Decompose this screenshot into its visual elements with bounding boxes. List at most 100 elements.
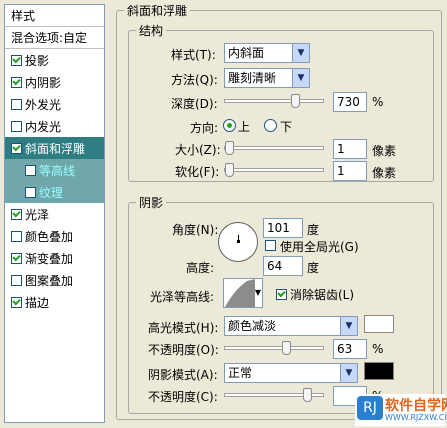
altitude-input[interactable]: 64 <box>263 256 303 276</box>
layer-style-checkbox[interactable] <box>11 274 22 286</box>
size-unit: 像素 <box>372 144 397 158</box>
size-label: 大小(Z): <box>175 143 221 157</box>
layer-style-checkbox[interactable] <box>11 54 22 66</box>
layer-style-item[interactable]: 斜面和浮雕 <box>5 137 104 159</box>
watermark-logo-icon: RJ <box>357 396 383 420</box>
shadow-color-swatch[interactable] <box>364 362 394 380</box>
layer-style-item[interactable]: 投影 <box>5 49 104 71</box>
highlight-mode-label: 高光模式(H): <box>148 321 219 335</box>
anti-alias-checkbox[interactable] <box>276 289 287 300</box>
global-light-checkbox[interactable] <box>265 240 276 251</box>
watermark-brand: 软件自学网 <box>385 397 447 413</box>
depth-slider-track[interactable] <box>224 99 324 103</box>
direction-label: 方向: <box>190 121 219 135</box>
soften-slider-track[interactable] <box>224 168 324 172</box>
highlight-mode-value: 颜色减淡 <box>228 319 277 333</box>
layer-style-item[interactable]: 颜色叠加 <box>5 225 104 247</box>
soften-slider-handle[interactable] <box>225 163 234 177</box>
technique-select[interactable]: 雕刻清晰 ▼ <box>224 68 310 88</box>
chevron-down-icon[interactable]: ▼ <box>340 364 357 382</box>
watermark: RJ 软件自学网 WWW.RJZXW.COM <box>355 394 447 426</box>
layer-style-item[interactable]: 光泽 <box>5 203 104 225</box>
highlight-opacity-input[interactable]: 63 <box>333 339 367 359</box>
shadow-opacity-label: 不透明度(C): <box>148 390 218 404</box>
layer-style-checkbox[interactable] <box>11 230 22 242</box>
soften-input[interactable]: 1 <box>333 161 367 181</box>
gloss-contour-curve-icon <box>225 279 255 307</box>
size-input[interactable]: 1 <box>333 139 367 159</box>
layer-style-checkbox[interactable] <box>11 76 22 88</box>
chevron-down-icon[interactable]: ▼ <box>292 44 309 62</box>
layer-style-label: 渐变叠加 <box>25 251 74 266</box>
depth-label: 深度(D): <box>171 97 218 111</box>
gloss-contour-label: 光泽等高线: <box>150 290 215 304</box>
depth-input[interactable]: 730 <box>333 92 367 112</box>
soften-label: 软化(F): <box>175 165 220 179</box>
gloss-contour-picker[interactable]: ▼ <box>223 278 263 308</box>
layer-style-checkbox[interactable] <box>25 186 36 198</box>
layer-style-checkbox[interactable] <box>11 296 22 308</box>
layer-style-item[interactable]: 图案叠加 <box>5 269 104 291</box>
chevron-down-icon[interactable]: ▼ <box>292 69 309 87</box>
layer-style-item[interactable]: 外发光 <box>5 93 104 115</box>
styles-header[interactable]: 样式 <box>5 5 104 27</box>
highlight-opacity-unit: % <box>372 342 384 356</box>
layer-style-label: 颜色叠加 <box>25 229 74 244</box>
direction-down-label: 下 <box>280 120 293 134</box>
layer-style-item[interactable]: 内发光 <box>5 115 104 137</box>
highlight-opacity-slider-handle[interactable] <box>282 341 291 355</box>
layer-style-item[interactable]: 等高线 <box>5 159 104 181</box>
anti-alias-label: 消除锯齿(L) <box>290 288 355 302</box>
technique-label: 方法(Q): <box>171 73 218 87</box>
layer-style-checkbox[interactable] <box>11 252 22 264</box>
layer-style-item[interactable]: 描边 <box>5 291 104 313</box>
size-slider-track[interactable] <box>224 146 324 150</box>
blend-options-label: 混合选项:自定 <box>11 31 88 45</box>
direction-down-radio[interactable] <box>264 119 277 132</box>
angle-input[interactable]: 101 <box>263 218 303 238</box>
style-label: 样式(T): <box>171 48 216 62</box>
layer-style-label: 描边 <box>25 295 50 310</box>
highlight-opacity-label: 不透明度(O): <box>148 343 219 357</box>
shadow-opacity-slider-handle[interactable] <box>303 388 312 402</box>
layer-style-label: 投影 <box>25 53 50 68</box>
direction-up-radio[interactable] <box>223 119 236 132</box>
layer-style-label: 外发光 <box>25 97 62 112</box>
layer-style-label: 内发光 <box>25 119 62 134</box>
styles-panel: 样式 混合选项:自定 投影内阴影外发光内发光斜面和浮雕等高线纹理光泽颜色叠加渐变… <box>4 4 105 423</box>
style-select-value: 内斜面 <box>228 46 265 60</box>
layer-style-checkbox[interactable] <box>11 98 22 110</box>
styles-header-label: 样式 <box>11 9 36 23</box>
layer-style-checkbox[interactable] <box>11 120 22 132</box>
chevron-down-icon[interactable]: ▼ <box>340 317 357 335</box>
layer-style-item[interactable]: 渐变叠加 <box>5 247 104 269</box>
layer-style-item[interactable]: 内阴影 <box>5 71 104 93</box>
style-select[interactable]: 内斜面 ▼ <box>224 43 310 63</box>
layer-style-label: 光泽 <box>25 207 50 222</box>
shadow-mode-select[interactable]: 正常 ▼ <box>224 363 358 383</box>
layer-style-label: 等高线 <box>39 163 76 178</box>
highlight-color-swatch[interactable] <box>364 315 394 333</box>
blend-options-item[interactable]: 混合选项:自定 <box>5 27 104 49</box>
altitude-unit: 度 <box>307 261 320 275</box>
size-slider-handle[interactable] <box>225 141 234 155</box>
global-light-label: 使用全局光(G) <box>280 240 359 254</box>
layer-style-label: 斜面和浮雕 <box>25 141 86 156</box>
depth-unit: % <box>372 95 384 109</box>
angle-dial-needle <box>238 235 239 241</box>
shadow-mode-value: 正常 <box>228 366 253 380</box>
layer-style-item[interactable]: 纹理 <box>5 181 104 203</box>
highlight-mode-select[interactable]: 颜色减淡 ▼ <box>224 316 358 336</box>
layer-style-checkbox[interactable] <box>11 142 22 154</box>
layer-style-checkbox[interactable] <box>25 164 36 176</box>
shading-title: 阴影 <box>136 194 167 211</box>
depth-slider-handle[interactable] <box>291 94 300 108</box>
bevel-emboss-title: 斜面和浮雕 <box>124 2 191 19</box>
angle-dial[interactable] <box>218 222 258 262</box>
layer-style-checkbox[interactable] <box>11 208 22 220</box>
layer-style-label: 图案叠加 <box>25 273 74 288</box>
highlight-opacity-slider-track[interactable] <box>224 346 324 350</box>
chevron-down-icon[interactable]: ▼ <box>255 288 261 297</box>
direction-up-label: 上 <box>238 120 251 134</box>
layer-style-label: 内阴影 <box>25 75 62 90</box>
